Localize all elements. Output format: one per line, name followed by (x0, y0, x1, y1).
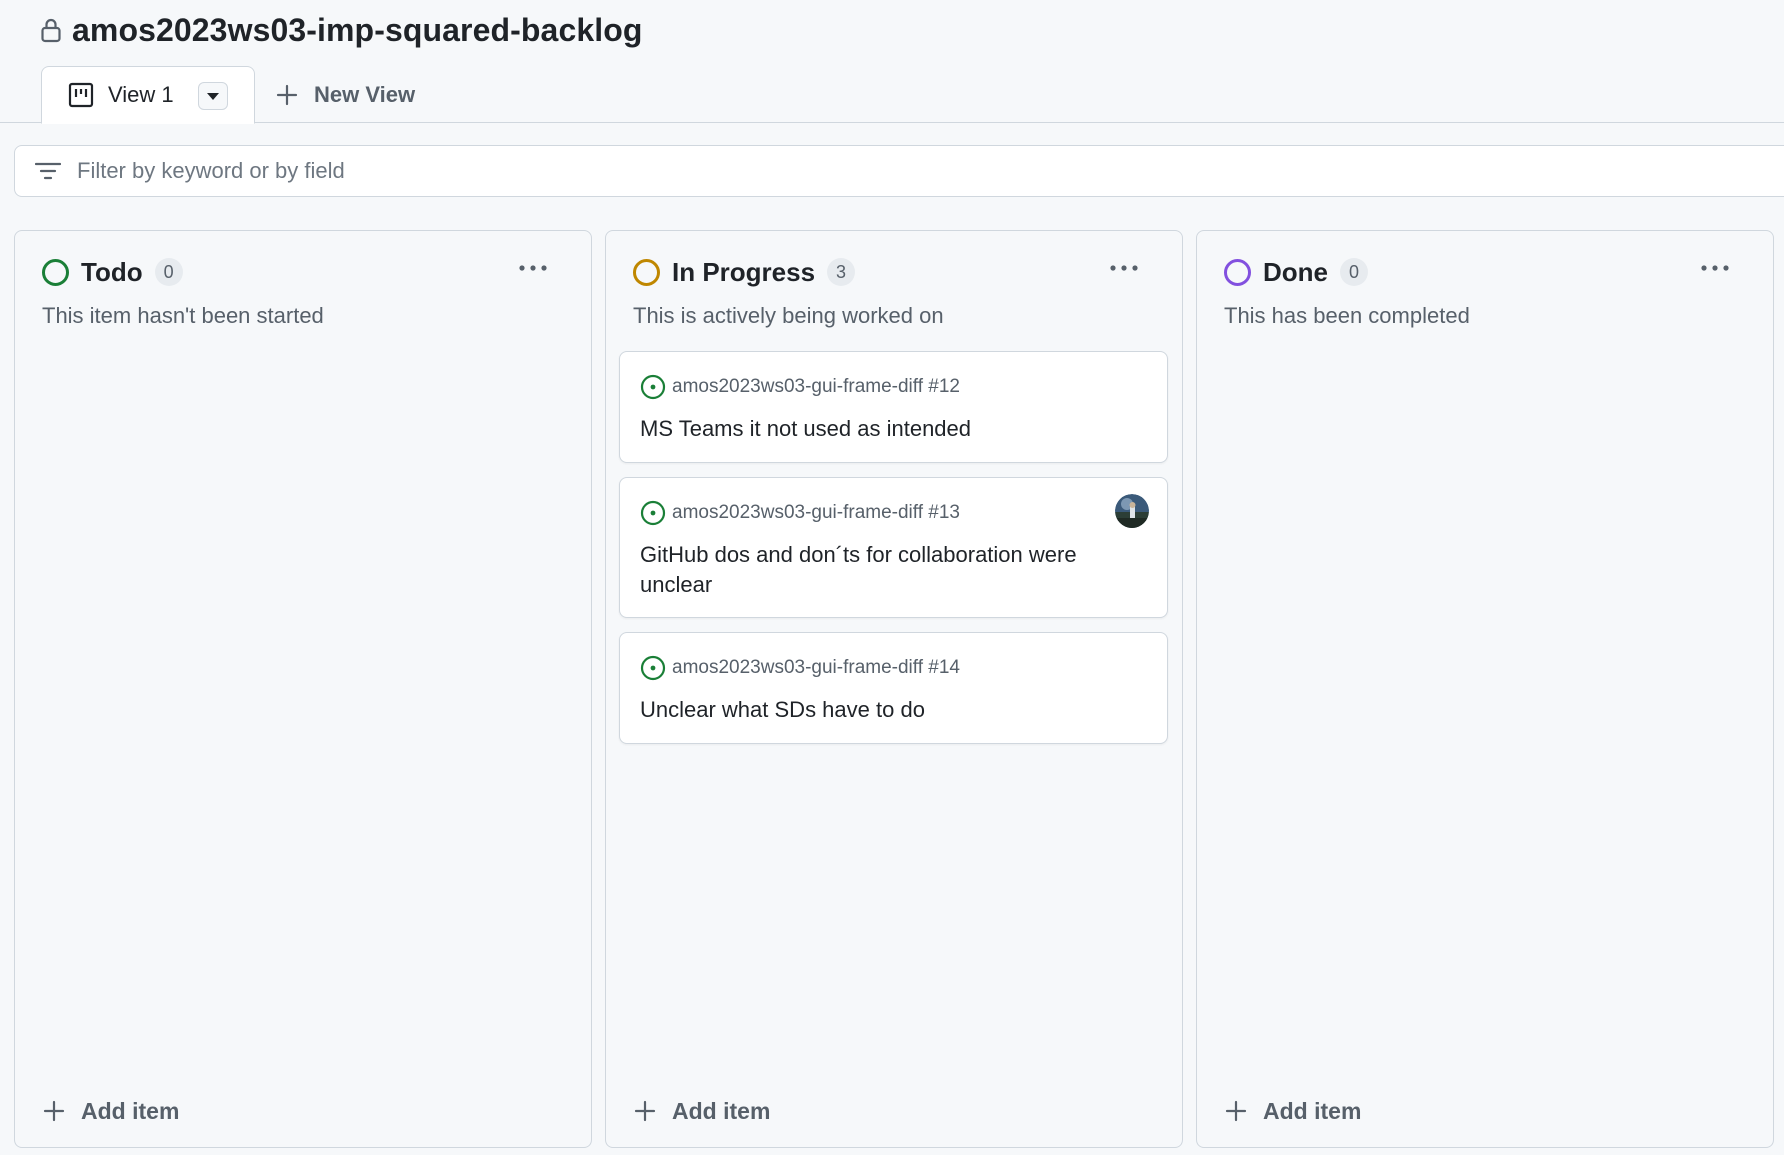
assignee-avatar[interactable] (1115, 494, 1149, 528)
column-done: Done 0 This has been completed Add item (1196, 230, 1774, 1148)
column-title: Done (1263, 256, 1328, 287)
item-count-badge: 0 (154, 258, 183, 286)
project-board-page: amos2023ws03-imp-squared-backlog View 1 … (0, 0, 1784, 1155)
column-menu-button[interactable] (1102, 253, 1146, 283)
tab-label: View 1 (108, 82, 174, 107)
filter-input[interactable] (77, 158, 777, 184)
column-description: This has been completed (1224, 303, 1470, 328)
issue-reference-text: amos2023ws03-gui-frame-diff #14 (672, 657, 960, 678)
kebab-horizontal-icon (519, 265, 547, 271)
plus-icon (1225, 1100, 1247, 1122)
issue-opened-icon (640, 374, 666, 400)
column-menu-button[interactable] (1693, 253, 1737, 283)
add-item-label: Add item (1263, 1097, 1362, 1124)
plus-icon (43, 1100, 65, 1122)
view-options-dropdown[interactable] (198, 82, 228, 110)
add-item-label: Add item (81, 1097, 180, 1124)
add-item-button[interactable]: Add item (43, 1093, 179, 1129)
filter-icon (35, 162, 61, 180)
filter-bar[interactable] (14, 145, 1784, 197)
issue-card[interactable]: amos2023ws03-gui-frame-diff #14 Unclear … (619, 632, 1168, 744)
column-title: In Progress (672, 256, 816, 287)
column-description: This item hasn't been started (42, 303, 324, 328)
tab-view-1[interactable]: View 1 (41, 66, 255, 124)
add-item-button[interactable]: Add item (634, 1093, 770, 1129)
column-in-progress: In Progress 3 This is actively being wor… (605, 230, 1183, 1148)
issue-reference-text: amos2023ws03-gui-frame-diff #12 (672, 376, 960, 397)
new-view-button[interactable]: New View (276, 76, 415, 114)
issue-title[interactable]: MS Teams it not used as intended (640, 414, 1147, 444)
issue-reference-text: amos2023ws03-gui-frame-diff #13 (672, 502, 960, 523)
status-circle-icon (42, 258, 69, 286)
plus-icon (634, 1100, 656, 1122)
kebab-horizontal-icon (1701, 265, 1729, 271)
new-view-label: New View (314, 82, 416, 107)
issue-title[interactable]: GitHub dos and don´ts for collaboration … (640, 540, 1147, 600)
item-count-badge: 3 (827, 258, 856, 286)
column-header: Todo 0 (42, 255, 183, 289)
view-tabs: View 1 New View (0, 66, 1784, 124)
board-icon (68, 82, 94, 108)
column-todo: Todo 0 This item hasn't been started Add… (14, 230, 592, 1148)
issue-reference[interactable]: amos2023ws03-gui-frame-diff #12 (640, 374, 1147, 400)
project-title: amos2023ws03-imp-squared-backlog (72, 11, 643, 48)
column-menu-button[interactable] (511, 253, 555, 283)
issue-reference[interactable]: amos2023ws03-gui-frame-diff #13 (640, 500, 1147, 526)
column-title: Todo (81, 256, 143, 287)
issue-reference[interactable]: amos2023ws03-gui-frame-diff #14 (640, 655, 1147, 681)
column-header: Done 0 (1224, 255, 1368, 289)
plus-icon (276, 84, 298, 106)
issue-opened-icon (640, 500, 666, 526)
kebab-horizontal-icon (1110, 265, 1138, 271)
issue-card[interactable]: amos2023ws03-gui-frame-diff #13 GitHub d… (619, 477, 1168, 618)
issue-opened-icon (640, 655, 666, 681)
add-item-label: Add item (672, 1097, 771, 1124)
issue-card[interactable]: amos2023ws03-gui-frame-diff #12 MS Teams… (619, 351, 1168, 463)
column-description: This is actively being worked on (633, 303, 944, 328)
project-header: amos2023ws03-imp-squared-backlog (40, 10, 643, 50)
triangle-down-icon (207, 92, 219, 100)
lock-icon (41, 18, 61, 43)
item-count-badge: 0 (1340, 258, 1368, 286)
issue-title[interactable]: Unclear what SDs have to do (640, 695, 1147, 725)
column-header: In Progress 3 (633, 255, 856, 289)
add-item-button[interactable]: Add item (1225, 1093, 1361, 1129)
status-circle-icon (633, 258, 660, 286)
status-circle-icon (1224, 258, 1251, 286)
